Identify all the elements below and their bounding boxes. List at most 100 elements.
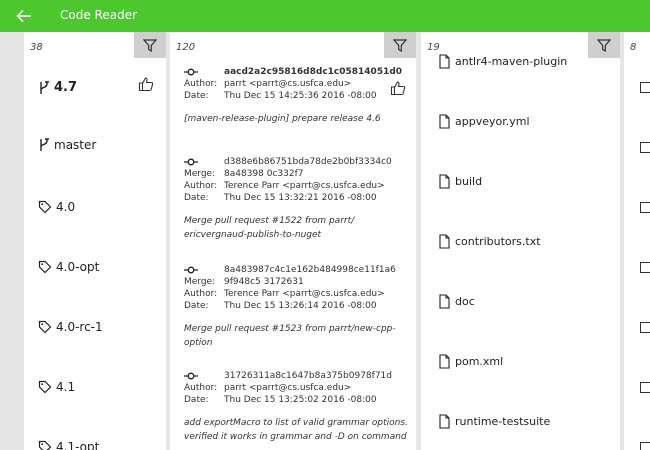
refs-filter-button[interactable] <box>134 32 166 58</box>
commits-filter-button[interactable] <box>384 32 416 58</box>
file-item[interactable]: pom.xml <box>439 354 503 369</box>
commit-item[interactable]: d388e6b86751bda78de2b0bf3334c0 Merge: 8a48… <box>184 156 412 242</box>
ref-item[interactable]: 4.0-rc-1 <box>38 320 103 334</box>
commit-icon <box>184 158 198 166</box>
merge-label: Merge: <box>184 277 216 287</box>
tag-icon <box>38 320 52 334</box>
file-item[interactable]: contributors.txt <box>439 234 541 249</box>
commits-column-header: 120 <box>170 32 416 58</box>
like-icon[interactable] <box>138 76 154 92</box>
date-label: Date: <box>184 193 209 203</box>
ref-item[interactable]: master <box>38 138 96 152</box>
commit-hash: 31726311a8c1647b8a375b0978f71d <box>224 371 392 381</box>
author-label: Author: <box>184 289 218 299</box>
back-arrow-icon <box>16 9 31 23</box>
tag-icon <box>38 200 52 214</box>
author-value: Terence Parr <parrt@cs.usfca.edu> <box>224 289 385 299</box>
commit-item[interactable]: aacd2a2c95816d8dc1c05814051d0 Author: parr… <box>184 66 412 126</box>
merge-value: 9f948c5 3172631 <box>224 277 304 287</box>
ref-label: 4.0 <box>56 200 76 214</box>
file-icon <box>439 414 450 429</box>
file-label: build <box>455 175 483 188</box>
checkbox[interactable] <box>640 82 650 93</box>
file-label: contributors.txt <box>455 235 541 248</box>
back-button[interactable] <box>0 0 48 32</box>
ref-item[interactable]: 4.0 <box>38 200 75 214</box>
file-label: appveyor.yml <box>455 115 530 128</box>
file-item[interactable]: build <box>439 174 482 189</box>
branch-icon <box>40 80 49 94</box>
branch-icon <box>40 138 49 151</box>
checkbox[interactable] <box>640 202 650 213</box>
date-label: Date: <box>184 395 209 405</box>
date-label: Date: <box>184 301 209 311</box>
ref-label: 4.7 <box>54 80 78 95</box>
tag-icon <box>38 440 52 450</box>
refs-count: 38 <box>30 42 43 53</box>
commits-column: 120 aacd2a2c95816d8dc1c05814051d0 Author:… <box>170 32 416 450</box>
author-label: Author: <box>184 181 218 191</box>
title-bar: Code Reader <box>0 0 650 32</box>
tag-icon <box>38 260 52 274</box>
author-label: Author: <box>184 383 218 393</box>
file-label: pom.xml <box>455 355 504 368</box>
ref-label: master <box>54 138 97 152</box>
commit-hash: d388e6b86751bda78de2b0bf3334c0 <box>224 157 392 167</box>
ref-label: 4.0-opt <box>56 260 100 274</box>
author-label: Author: <box>184 79 218 89</box>
date-label: Date: <box>184 91 209 101</box>
refs-column-header: 38 <box>24 32 166 58</box>
filter-icon <box>393 38 407 52</box>
ref-item[interactable]: 4.1 <box>38 380 75 394</box>
commit-item[interactable]: 8a483987c4c1e162b484998ce11f1a6 Merge: 9f9… <box>184 264 412 350</box>
file-label: antlr4-maven-plugin <box>455 55 568 68</box>
tag-icon <box>38 380 52 394</box>
file-icon <box>439 234 450 249</box>
files-count: 19 <box>427 42 440 53</box>
checks-column-header: 8 <box>624 32 650 58</box>
file-item[interactable]: antlr4-maven-plugin <box>439 54 567 69</box>
author-value: parrt <parrt@cs.usfca.edu> <box>224 383 352 393</box>
commit-message: add exportMacro to list of valid grammar… <box>184 418 408 442</box>
merge-label: Merge: <box>184 169 216 179</box>
file-item[interactable]: appveyor.yml <box>439 114 530 129</box>
checks-count: 8 <box>630 42 637 53</box>
ref-label: 4.0-rc-1 <box>56 320 103 334</box>
filter-icon <box>597 38 611 52</box>
ref-label: 4.1-opt <box>56 440 100 450</box>
filter-icon <box>143 38 157 52</box>
files-column: 19 antlr4-maven-plugin appveyor.yml build c… <box>421 32 620 450</box>
app-title: Code Reader <box>60 8 138 22</box>
commit-hash: aacd2a2c95816d8dc1c05814051d0 <box>224 67 403 77</box>
commit-icon <box>184 372 198 380</box>
file-icon <box>439 354 450 369</box>
checkbox[interactable] <box>640 262 650 273</box>
commit-message: [maven-release-plugin] prepare release 4… <box>184 114 381 124</box>
ref-label: 4.1 <box>56 380 76 394</box>
commits-count: 120 <box>176 42 196 53</box>
checks-column: 8 <box>624 32 650 450</box>
commit-item[interactable]: 31726311a8c1647b8a375b0978f71d Author: par… <box>184 370 412 444</box>
author-value: Terence Parr <parrt@cs.usfca.edu> <box>224 181 385 191</box>
ref-item[interactable]: 4.0-opt <box>38 260 99 274</box>
like-icon[interactable] <box>390 80 406 96</box>
date-value: Thu Dec 15 13:26:14 2016 -08:00 <box>224 301 377 311</box>
ref-item[interactable]: 4.7 <box>38 80 77 95</box>
ref-item[interactable]: 4.1-opt <box>38 440 99 450</box>
checkbox[interactable] <box>640 322 650 333</box>
file-icon <box>439 114 450 129</box>
date-value: Thu Dec 15 13:25:02 2016 -08:00 <box>224 395 377 405</box>
commit-icon <box>184 68 198 76</box>
file-label: runtime-testsuite <box>455 415 551 428</box>
checkbox[interactable] <box>640 142 650 153</box>
file-item[interactable]: doc <box>439 294 475 309</box>
commit-icon <box>184 266 198 274</box>
date-value: Thu Dec 15 14:25:36 2016 -08:00 <box>224 91 377 101</box>
checkbox[interactable] <box>640 442 650 450</box>
files-filter-button[interactable] <box>588 32 620 58</box>
date-value: Thu Dec 15 13:32:21 2016 -08:00 <box>224 193 377 203</box>
author-value: parrt <parrt@cs.usfca.edu> <box>224 79 352 89</box>
file-label: doc <box>455 295 475 308</box>
checkbox[interactable] <box>640 382 650 393</box>
file-item[interactable]: runtime-testsuite <box>439 414 550 429</box>
